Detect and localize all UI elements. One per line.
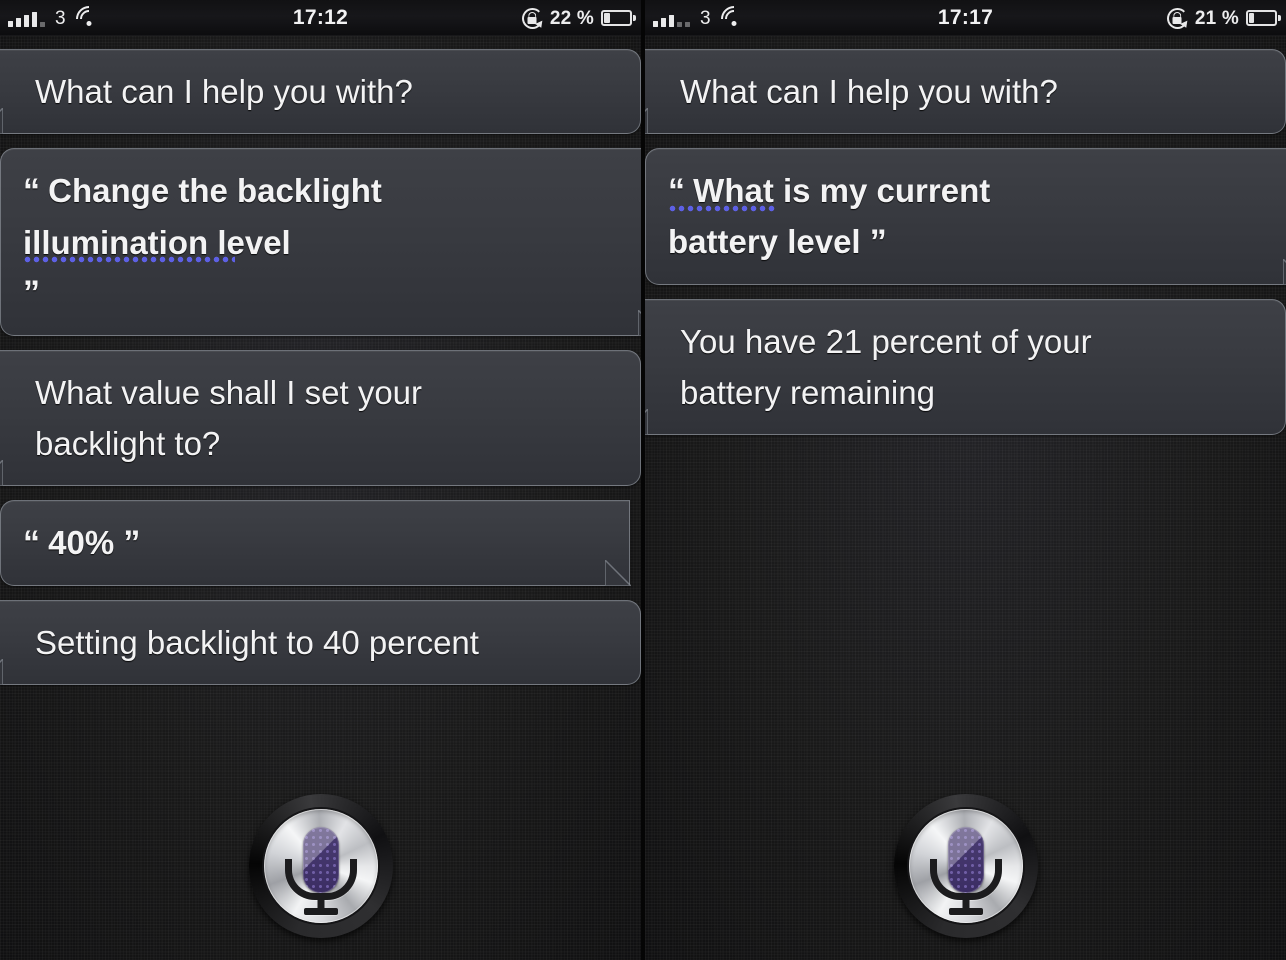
message-line: 40% (48, 524, 114, 561)
battery-percent-label: 21 % (1195, 9, 1239, 28)
user-bubble[interactable]: “ Change the backlight illumination level… (0, 148, 641, 336)
battery-icon (1246, 10, 1277, 26)
user-message-text: “ Change the backlight illumination level… (23, 165, 606, 319)
quote-open-icon: “ (23, 172, 39, 210)
quote-close-icon: ” (123, 524, 139, 562)
message-line: What can I help you with? (680, 73, 1058, 110)
siri-bubble[interactable]: What can I help you with? (645, 49, 1286, 134)
user-message-text: “ 40% ” (23, 517, 573, 569)
siri-message-text: Setting backlight to 40 percent (35, 617, 618, 668)
siri-message-row: You have 21 percent of your battery remai… (645, 299, 1286, 435)
user-bubble[interactable]: “ What is my current battery level ” (645, 148, 1286, 285)
battery-fill (1249, 13, 1254, 23)
message-line: backlight to? (35, 425, 220, 462)
user-message-text: “ What is my current battery level ” (668, 165, 1251, 268)
siri-message-row: What can I help you with? (645, 49, 1286, 134)
siri-screen-backlight-conversation: 317:1222 % What can I help you with? “ Cha… (0, 0, 641, 960)
quote-open-icon: “ (23, 524, 39, 562)
status-bar-right: 22 % (522, 8, 632, 29)
message-line: Change the backlight (48, 172, 382, 209)
user-bubble[interactable]: “ 40% ” (0, 500, 630, 586)
siri-microphone-button[interactable] (894, 794, 1038, 938)
siri-message-text: What can I help you with? (35, 66, 618, 117)
siri-screenshot-pair: 317:1222 % What can I help you with? “ Cha… (0, 0, 1286, 960)
microphone-base-icon (949, 908, 983, 915)
microphone-stem-icon (317, 893, 324, 909)
message-line: battery remaining (680, 374, 935, 411)
mic-button-face (264, 809, 378, 923)
quote-open-icon: “ (668, 172, 684, 210)
siri-bubble[interactable]: Setting backlight to 40 percent (0, 600, 641, 685)
battery-percent-label: 22 % (550, 9, 594, 28)
bubble-tail-left (645, 108, 648, 134)
message-line: What can I help you with? (35, 73, 413, 110)
conversation-thread: What can I help you with? “ Change the ba… (0, 36, 641, 685)
rotation-lock-icon (1167, 8, 1188, 29)
mic-button-wrapper (645, 794, 1286, 938)
siri-message-row: What value shall I set your backlight to? (0, 350, 641, 486)
status-bar: 317:1721 % (645, 0, 1286, 36)
siri-microphone-button[interactable] (249, 794, 393, 938)
siri-screen-battery-conversation: 317:1721 % What can I help you with? “ Wha… (645, 0, 1286, 960)
message-line: Setting backlight to 40 percent (35, 624, 479, 661)
bubble-tail-left (0, 108, 3, 134)
rotation-lock-icon (522, 8, 543, 29)
bubble-tail-left (0, 659, 3, 685)
siri-message-text: You have 21 percent of your battery remai… (680, 316, 1263, 418)
conversation-thread: What can I help you with? “ What is my cu… (645, 36, 1286, 435)
siri-bubble[interactable]: You have 21 percent of your battery remai… (645, 299, 1286, 435)
siri-message-row: Setting backlight to 40 percent (0, 600, 641, 685)
microphone-stem-icon (962, 893, 969, 909)
siri-message-text: What can I help you with? (680, 66, 1263, 117)
bubble-tail-right (638, 310, 641, 336)
siri-bubble[interactable]: What can I help you with? (0, 49, 641, 134)
quote-close-icon: ” (870, 223, 886, 261)
siri-message-row: What can I help you with? (0, 49, 641, 134)
siri-bubble[interactable]: What value shall I set your backlight to? (0, 350, 641, 486)
mic-button-wrapper (0, 794, 641, 938)
status-bar: 317:1222 % (0, 0, 641, 36)
message-line: illumination level (23, 224, 291, 261)
message-line: What is my current (693, 172, 990, 209)
status-bar-right: 21 % (1167, 8, 1277, 29)
user-message-row: “ Change the backlight illumination level… (0, 148, 641, 336)
bubble-tail-left (0, 460, 3, 486)
bubble-tail-left (645, 409, 648, 435)
battery-cap (1278, 15, 1281, 21)
siri-message-text: What value shall I set your backlight to? (35, 367, 618, 469)
quote-close-icon: ” (23, 274, 39, 312)
battery-icon (601, 10, 632, 26)
battery-fill (604, 13, 610, 23)
mic-button-face (909, 809, 1023, 923)
message-line: You have 21 percent of your (680, 323, 1092, 360)
microphone-base-icon (304, 908, 338, 915)
message-line: battery level (668, 223, 861, 260)
bubble-tail-right (605, 560, 631, 586)
user-message-row: “ What is my current battery level ” (645, 148, 1286, 285)
user-message-row: “ 40% ” (0, 500, 641, 586)
message-line: What value shall I set your (35, 374, 422, 411)
battery-cap (633, 15, 636, 21)
